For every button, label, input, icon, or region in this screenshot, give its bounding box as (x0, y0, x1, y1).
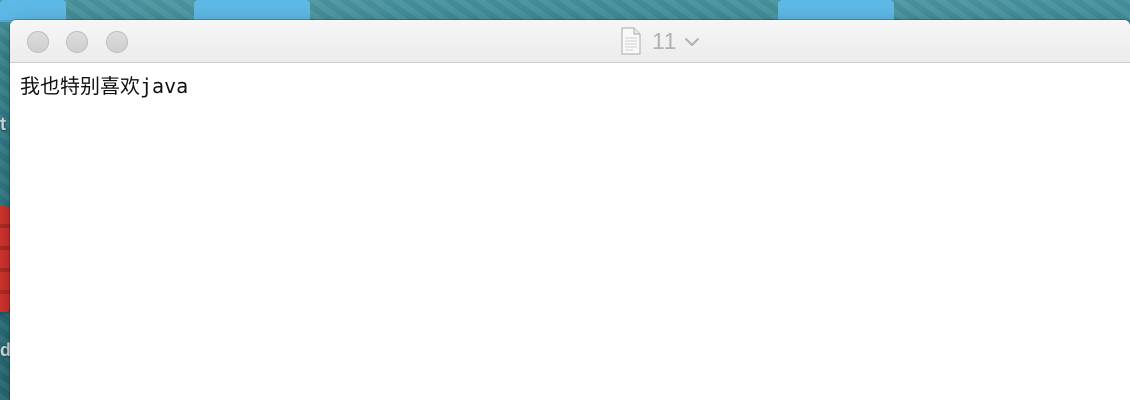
text-editor-window: 11 我也特别喜欢java (10, 20, 1130, 400)
desktop-folder-tab[interactable] (0, 0, 66, 22)
text-cursor (20, 71, 21, 93)
desktop-folder-tab[interactable] (194, 0, 310, 22)
close-button[interactable] (27, 31, 49, 53)
window-title: 11 (652, 27, 677, 54)
document-text-area[interactable]: 我也特别喜欢java (10, 63, 1130, 400)
document-text[interactable]: 我也特别喜欢java (20, 70, 188, 99)
chevron-down-icon[interactable] (683, 33, 701, 51)
document-icon (620, 27, 642, 55)
zoom-button[interactable] (106, 31, 128, 53)
desktop-folder-tab[interactable] (778, 0, 894, 22)
minimize-button[interactable] (66, 31, 88, 53)
window-title-group[interactable]: 11 (620, 27, 701, 55)
window-titlebar[interactable]: 11 (10, 20, 1130, 63)
